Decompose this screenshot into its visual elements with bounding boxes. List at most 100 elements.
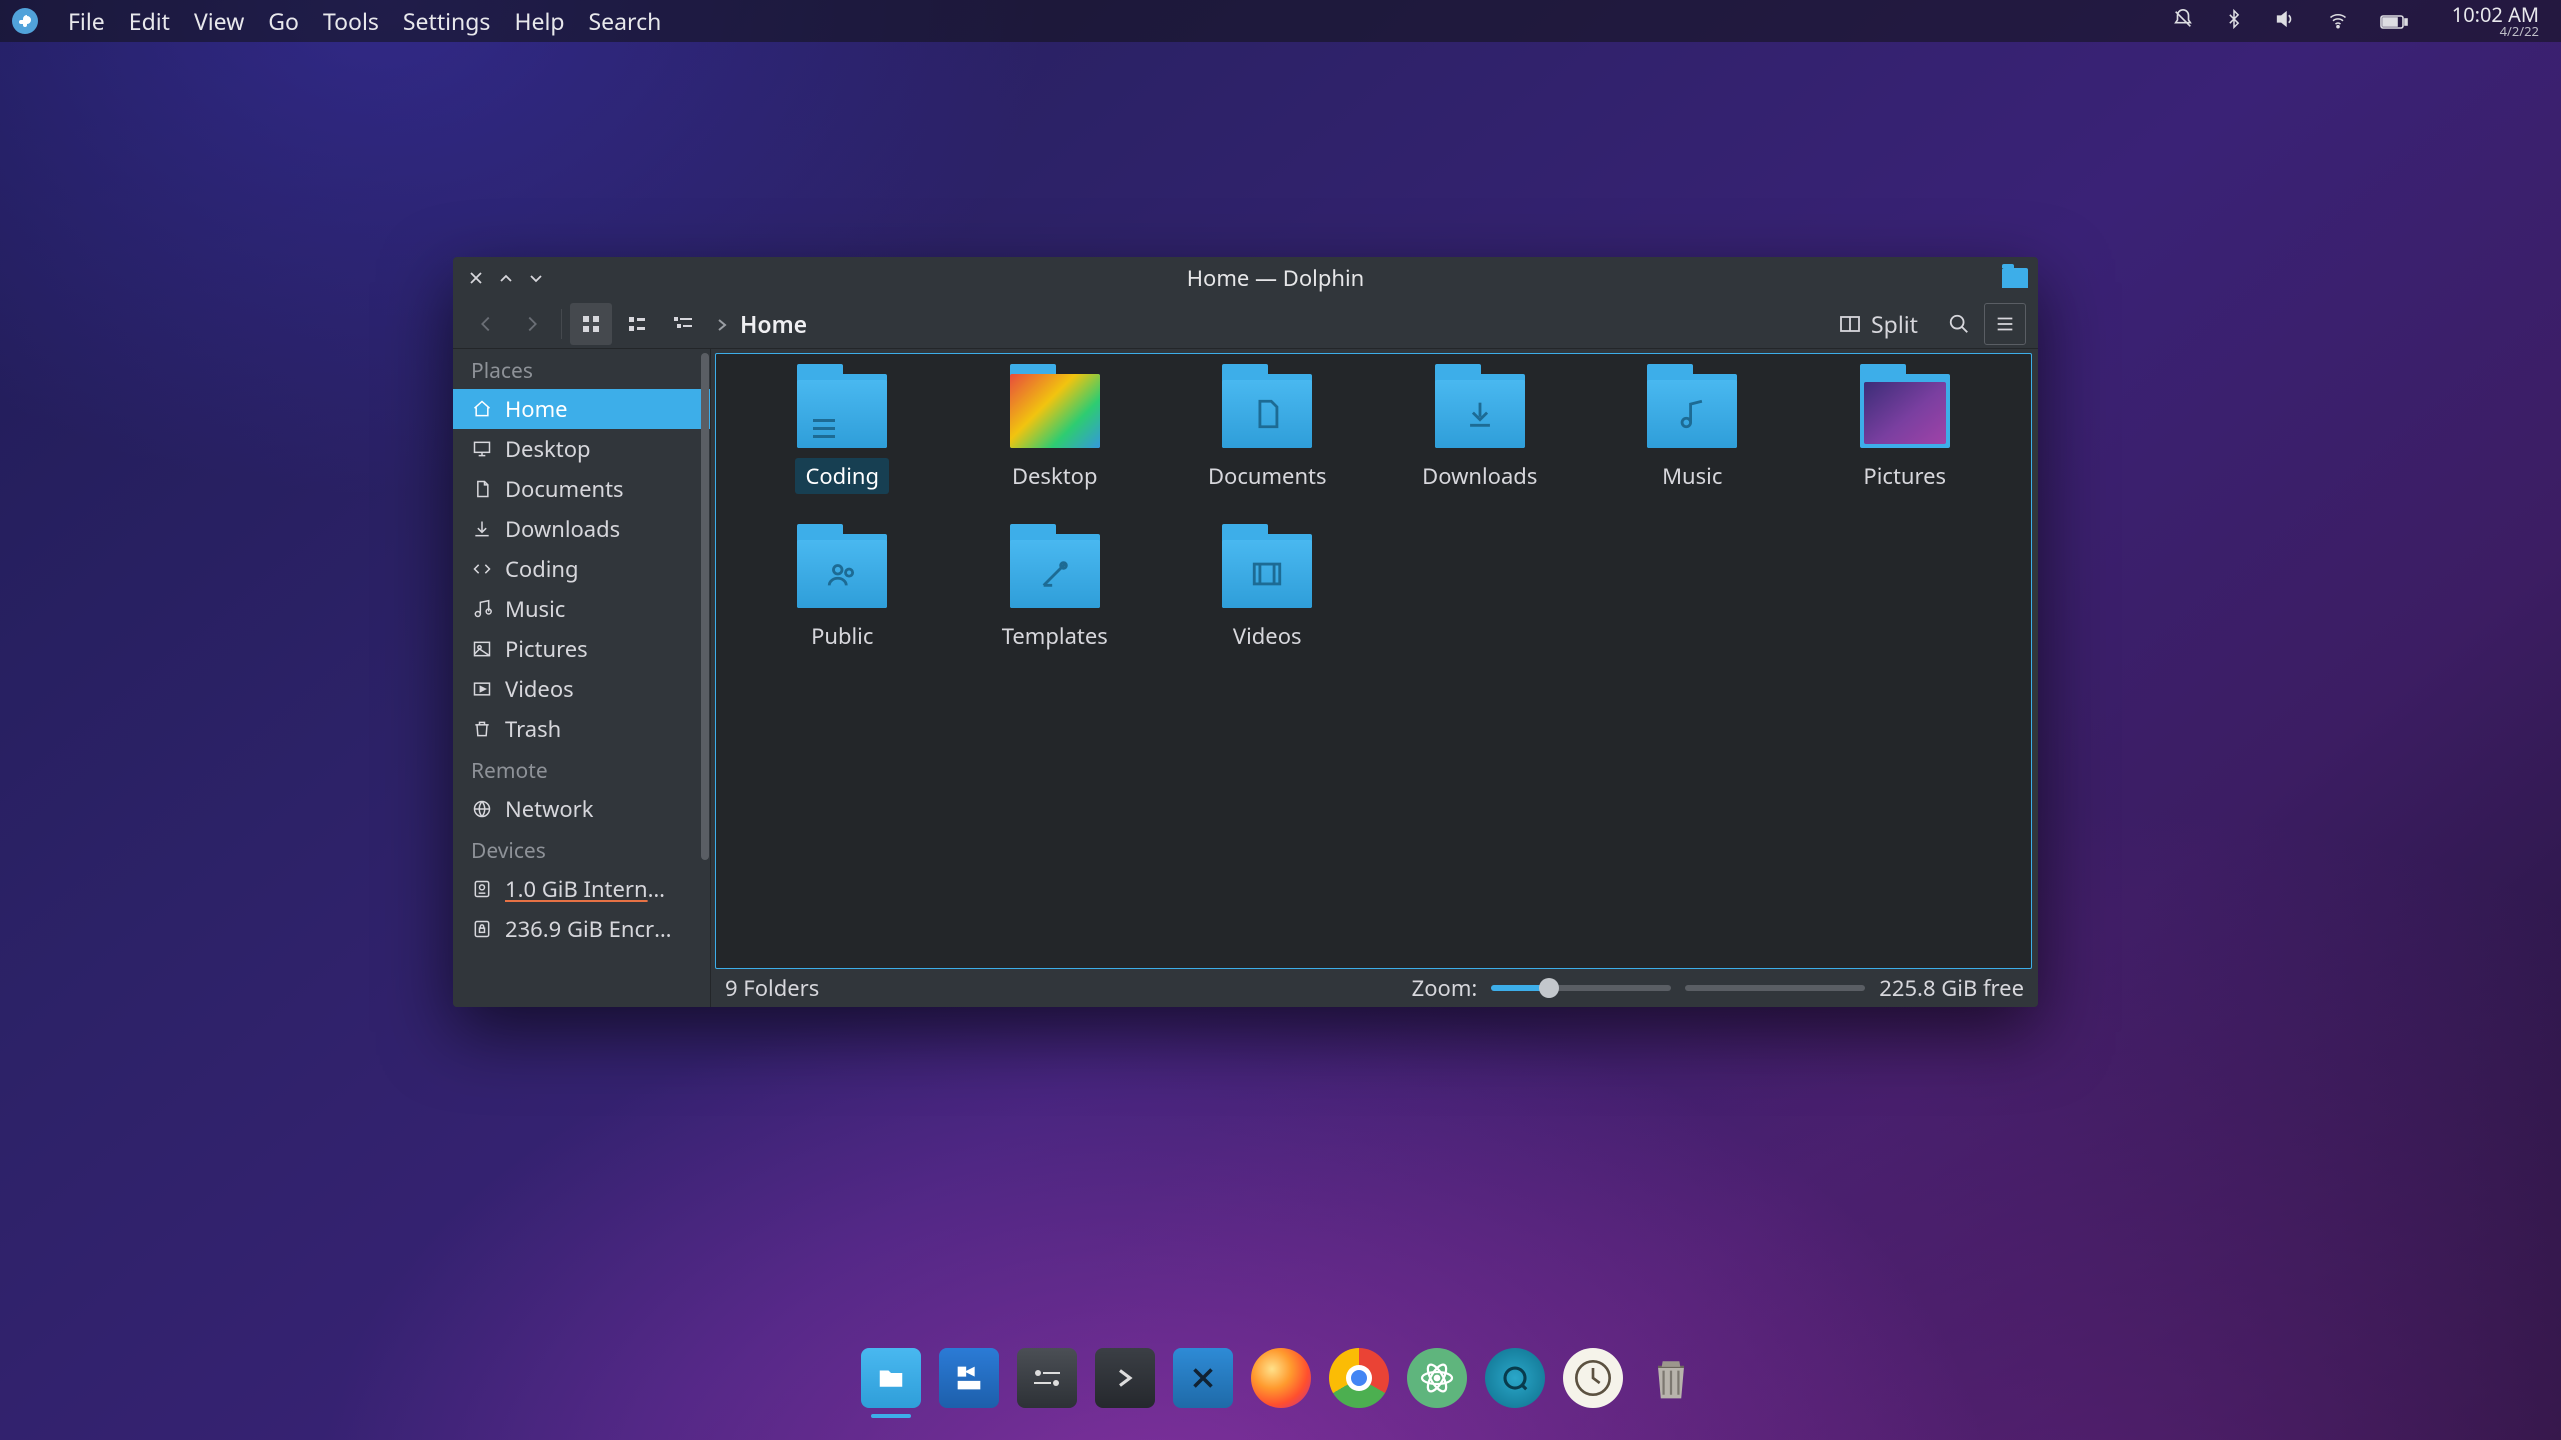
- sidebar-item-home[interactable]: Home: [453, 389, 710, 429]
- folder-videos[interactable]: Videos: [1161, 534, 1374, 684]
- nav-back-button[interactable]: [465, 303, 507, 345]
- sidebar-item-music[interactable]: Music: [453, 589, 710, 629]
- hamburger-menu-button[interactable]: [1984, 303, 2026, 345]
- folder-label: Videos: [1223, 618, 1312, 654]
- trash-app[interactable]: [1641, 1348, 1701, 1408]
- search-button[interactable]: [1938, 303, 1980, 345]
- nav-forward-button[interactable]: [511, 303, 553, 345]
- statusbar: 9 Folders Zoom: 225.8 GiB free: [711, 969, 2038, 1007]
- split-view-button[interactable]: Split: [1831, 303, 1934, 345]
- sidebar-item-label: Downloads: [505, 514, 620, 544]
- folder-downloads[interactable]: Downloads: [1374, 374, 1587, 524]
- sidebar-item-label: Network: [505, 794, 594, 824]
- atom-app[interactable]: [1407, 1348, 1467, 1408]
- folder-icon: [1010, 534, 1100, 608]
- titlebar: Home — Dolphin: [453, 257, 2038, 299]
- folder-icon: [1860, 374, 1950, 448]
- fedora-logo-icon[interactable]: [12, 8, 38, 34]
- wifi-icon[interactable]: [2326, 5, 2350, 37]
- sidebar-item-coding[interactable]: Coding: [453, 549, 710, 589]
- menu-help[interactable]: Help: [502, 5, 576, 37]
- menu-edit[interactable]: Edit: [117, 5, 182, 37]
- places-sidebar: Places Home Desktop Documents Downloads Codin…: [453, 349, 711, 1007]
- sidebar-item-label: Pictures: [505, 634, 588, 664]
- sidebar-item-documents[interactable]: Documents: [453, 469, 710, 509]
- free-space-bar: [1685, 985, 1865, 991]
- clock-app[interactable]: [1563, 1348, 1623, 1408]
- breadcrumb[interactable]: Home: [714, 308, 807, 340]
- dolphin-app[interactable]: [861, 1348, 921, 1408]
- sidebar-item-label: Videos: [505, 674, 574, 704]
- zoom-label: Zoom:: [1412, 973, 1478, 1003]
- breadcrumb-current: Home: [740, 308, 807, 340]
- split-view-label: Split: [1871, 308, 1918, 340]
- sidebar-scrollbar[interactable]: [700, 353, 710, 1003]
- folder-documents[interactable]: Documents: [1161, 374, 1374, 524]
- menu-go[interactable]: Go: [256, 5, 311, 37]
- folder-icon: [1010, 374, 1100, 448]
- sidebar-item-236-9-gib-encrypt-[interactable]: 236.9 GiB Encrypt…: [453, 909, 710, 949]
- menu-search[interactable]: Search: [577, 5, 674, 37]
- menu-tools[interactable]: Tools: [311, 5, 391, 37]
- view-icons-button[interactable]: [570, 303, 612, 345]
- firefox-app[interactable]: [1251, 1348, 1311, 1408]
- sidebar-item-label: Music: [505, 594, 565, 624]
- status-count: 9 Folders: [725, 973, 819, 1003]
- sidebar-item-label: 1.0 GiB Internal D…: [505, 874, 675, 904]
- global-menubar: FileEditViewGoToolsSettingsHelpSearch 10…: [0, 0, 2561, 42]
- sidebar-item-network[interactable]: Network: [453, 789, 710, 829]
- discover-app[interactable]: [939, 1348, 999, 1408]
- folder-label: Coding: [795, 458, 889, 494]
- dolphin-window: Home — Dolphin Home Split Places Home Desk…: [453, 257, 2038, 1007]
- file-view[interactable]: Coding Desktop Documents Downloads Music Pict…: [715, 353, 2032, 969]
- folder-label: Public: [801, 618, 883, 654]
- folder-icon: [1435, 374, 1525, 448]
- videos-icon: [471, 678, 493, 700]
- folder-public[interactable]: Public: [736, 534, 949, 684]
- view-details-button[interactable]: [662, 303, 704, 345]
- chevron-right-icon: [714, 308, 730, 340]
- view-compact-button[interactable]: [616, 303, 658, 345]
- folder-coding[interactable]: Coding: [736, 374, 949, 524]
- sidebar-item-pictures[interactable]: Pictures: [453, 629, 710, 669]
- volume-icon[interactable]: [2274, 5, 2296, 37]
- qbittorrent-app[interactable]: [1485, 1348, 1545, 1408]
- clock[interactable]: 10:02 AM 4/2/22: [2452, 5, 2539, 38]
- battery-icon[interactable]: [2380, 5, 2408, 37]
- notifications-icon[interactable]: [2172, 5, 2194, 37]
- folder-label: Pictures: [1853, 458, 1956, 494]
- sidebar-item-desktop[interactable]: Desktop: [453, 429, 710, 469]
- folder-pictures[interactable]: Pictures: [1799, 374, 2012, 524]
- sidebar-item-trash[interactable]: Trash: [453, 709, 710, 749]
- folder-label: Music: [1652, 458, 1732, 494]
- menu-settings[interactable]: Settings: [391, 5, 503, 37]
- documents-icon: [471, 478, 493, 500]
- sidebar-item-downloads[interactable]: Downloads: [453, 509, 710, 549]
- folder-templates[interactable]: Templates: [949, 534, 1162, 684]
- drive-enc-icon: [471, 918, 493, 940]
- sidebar-section-places: Places: [453, 349, 710, 389]
- folder-icon: [1647, 374, 1737, 448]
- konsole-app[interactable]: [1095, 1348, 1155, 1408]
- folder-icon: [1222, 534, 1312, 608]
- download-icon: [471, 518, 493, 540]
- sidebar-item-1-0-gib-internal-d-[interactable]: 1.0 GiB Internal D…: [453, 869, 710, 909]
- folder-label: Documents: [1198, 458, 1337, 494]
- zoom-slider[interactable]: [1491, 985, 1671, 991]
- window-minimize-button[interactable]: [521, 270, 551, 286]
- kate-app[interactable]: [1173, 1348, 1233, 1408]
- menu-file[interactable]: File: [56, 5, 117, 37]
- folder-desktop[interactable]: Desktop: [949, 374, 1162, 524]
- music-icon: [471, 598, 493, 620]
- sidebar-item-label: Home: [505, 394, 568, 424]
- bluetooth-icon[interactable]: [2224, 5, 2244, 37]
- folder-music[interactable]: Music: [1586, 374, 1799, 524]
- menu-view[interactable]: View: [182, 5, 256, 37]
- window-maximize-button[interactable]: [491, 270, 521, 286]
- window-close-button[interactable]: [461, 270, 491, 286]
- sidebar-item-videos[interactable]: Videos: [453, 669, 710, 709]
- settings-app[interactable]: [1017, 1348, 1077, 1408]
- sidebar-item-label: Coding: [505, 554, 579, 584]
- sidebar-item-label: Documents: [505, 474, 624, 504]
- chrome-app[interactable]: [1329, 1348, 1389, 1408]
